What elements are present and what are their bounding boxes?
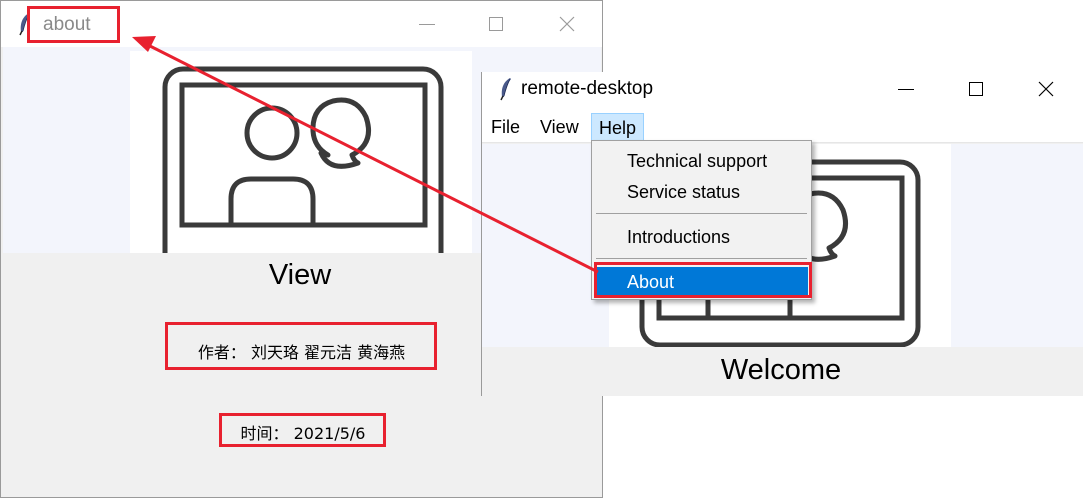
annotation-arrow	[132, 36, 599, 274]
